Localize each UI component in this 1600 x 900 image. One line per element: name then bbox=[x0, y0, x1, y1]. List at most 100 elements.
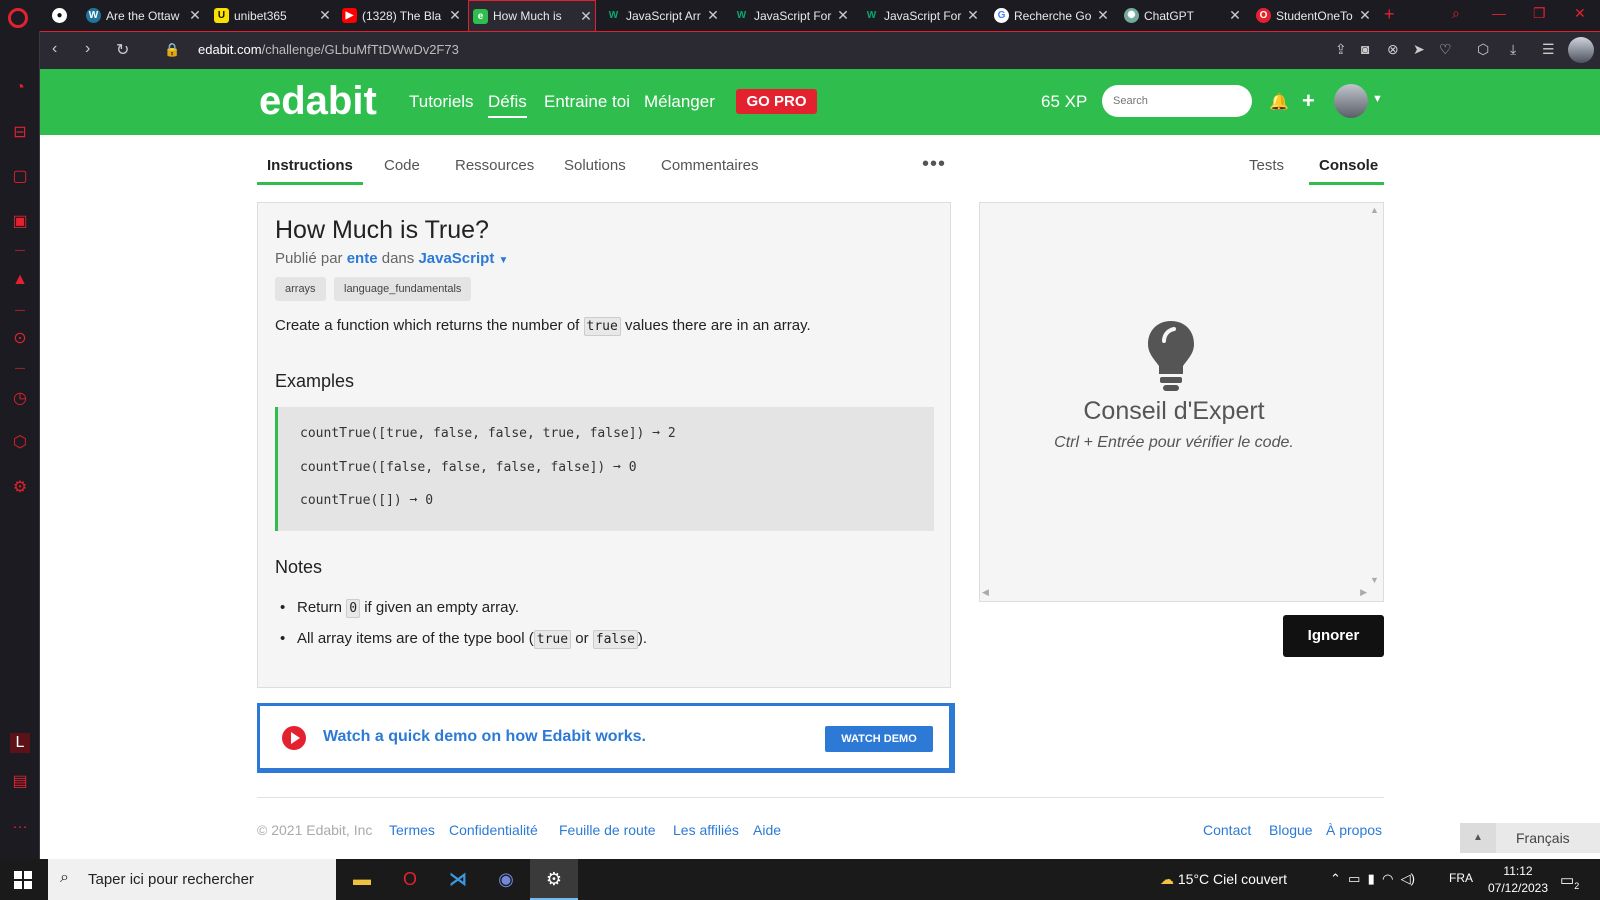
browser-tab[interactable]: W JavaScript For ✕ bbox=[860, 0, 982, 31]
tab-search-icon[interactable]: ⌕ bbox=[1452, 5, 1460, 22]
close-tab-icon[interactable]: ✕ bbox=[964, 7, 982, 24]
go-pro-button[interactable]: GO PRO bbox=[736, 89, 817, 114]
chevron-up-icon[interactable]: ⌃ bbox=[1330, 871, 1341, 886]
heart-icon[interactable]: ♡ bbox=[1439, 41, 1452, 58]
demo-text[interactable]: Watch a quick demo on how Edabit works. bbox=[323, 728, 646, 746]
gallery-icon[interactable]: ▤ bbox=[10, 772, 30, 792]
clock[interactable]: 11:12 07/12/2023 bbox=[1480, 863, 1556, 897]
close-tab-icon[interactable]: ✕ bbox=[186, 7, 204, 24]
footer-link-affilies[interactable]: Les affiliés bbox=[673, 822, 739, 838]
close-tab-icon[interactable]: ✕ bbox=[1094, 7, 1112, 24]
horizontal-scrollbar[interactable]: ◀ ▶ bbox=[982, 587, 1367, 599]
browser-tab[interactable]: ✺ ChatGPT ✕ bbox=[1120, 0, 1244, 31]
footer-link-blogue[interactable]: Blogue bbox=[1269, 822, 1313, 838]
minimize-window-icon[interactable]: — bbox=[1492, 5, 1506, 21]
tab-console[interactable]: Console bbox=[1309, 153, 1384, 185]
settings-icon[interactable]: ⚙ bbox=[10, 478, 30, 498]
input-language[interactable]: FRA bbox=[1449, 871, 1473, 885]
close-tab-icon[interactable]: ✕ bbox=[446, 7, 464, 24]
more-sidebar-icon[interactable]: … bbox=[10, 814, 30, 834]
avatar[interactable] bbox=[1334, 84, 1368, 118]
weather-widget[interactable]: ☁ 15°C Ciel couvert bbox=[1160, 871, 1287, 888]
discord-icon[interactable]: ◉ bbox=[482, 859, 530, 900]
twitch-icon[interactable]: ▢ bbox=[10, 167, 30, 187]
scroll-up-icon[interactable]: ▲ bbox=[1370, 205, 1379, 215]
vertical-scrollbar[interactable]: ▲ ▼ bbox=[1369, 205, 1381, 585]
footer-link-confidentialite[interactable]: Confidentialité bbox=[449, 822, 538, 838]
download-icon[interactable]: ⤓ bbox=[1510, 41, 1516, 58]
scroll-down-icon[interactable]: ▼ bbox=[1370, 575, 1379, 585]
ad-block-icon[interactable]: ⊗ bbox=[1387, 41, 1399, 58]
author-link[interactable]: ente bbox=[347, 250, 378, 267]
share-icon[interactable]: ⇪ bbox=[1335, 41, 1347, 58]
new-tab-icon[interactable]: + bbox=[1384, 4, 1395, 25]
crypto-wallet-icon[interactable]: ▣ bbox=[10, 212, 30, 232]
nav-tutoriels[interactable]: Tutoriels bbox=[409, 92, 474, 112]
browser-tab[interactable]: G Recherche Go ✕ bbox=[990, 0, 1112, 31]
notification-center-icon[interactable]: ▭2 bbox=[1560, 871, 1579, 891]
tag-arrays[interactable]: arrays bbox=[275, 277, 326, 301]
volume-icon[interactable]: ◁) bbox=[1401, 871, 1415, 886]
cube-icon[interactable]: ⬡ bbox=[1477, 41, 1489, 58]
browser-tab[interactable]: O StudentOneTo ✕ bbox=[1252, 0, 1374, 31]
profile-avatar[interactable] bbox=[1568, 37, 1594, 63]
nav-defis[interactable]: Défis bbox=[488, 92, 527, 118]
chevron-up-icon[interactable]: ▲ bbox=[1460, 823, 1496, 853]
settings-taskbar-icon[interactable]: ⚙ bbox=[530, 859, 578, 900]
browser-tab[interactable]: W JavaScript Arr ✕ bbox=[602, 0, 722, 31]
url-field[interactable]: edabit.com/challenge/GLbuMfTtDWwDv2F73 bbox=[198, 42, 459, 57]
chevron-down-icon[interactable]: ▼ bbox=[1372, 93, 1383, 105]
play-icon[interactable] bbox=[282, 726, 306, 750]
watch-demo-button[interactable]: WATCH DEMO bbox=[825, 726, 933, 752]
tab-instructions[interactable]: Instructions bbox=[257, 153, 363, 185]
language-selector[interactable]: ▲ Français bbox=[1460, 823, 1600, 853]
browser-tab[interactable]: W JavaScript For ✕ bbox=[730, 0, 852, 31]
ignore-button[interactable]: Ignorer bbox=[1283, 615, 1384, 657]
aria-icon[interactable]: ▲ bbox=[10, 270, 30, 290]
footer-link-termes[interactable]: Termes bbox=[389, 822, 435, 838]
easy-setup-icon[interactable]: ☰ bbox=[1542, 41, 1555, 58]
nav-entraine-toi[interactable]: Entraine toi bbox=[544, 92, 630, 112]
system-tray[interactable]: ⌃ ▭ ▮ ◠ ◁) bbox=[1330, 871, 1415, 887]
footer-link-aide[interactable]: Aide bbox=[753, 822, 781, 838]
battery-icon[interactable]: ▮ bbox=[1368, 871, 1375, 886]
vscode-icon[interactable]: ⋊ bbox=[434, 859, 482, 900]
windows-start-icon[interactable] bbox=[14, 871, 32, 889]
device-icon[interactable]: ▭ bbox=[1348, 871, 1360, 886]
forward-icon[interactable]: › bbox=[85, 40, 90, 58]
browser-tab[interactable]: ▶ (1328) The Bla ✕ bbox=[338, 0, 464, 31]
more-options-icon[interactable]: ••• bbox=[922, 153, 946, 176]
footer-link-a-propos[interactable]: À propos bbox=[1326, 822, 1382, 838]
send-icon[interactable]: ➤ bbox=[1413, 41, 1425, 58]
wifi-icon[interactable]: ◠ bbox=[1382, 871, 1393, 886]
extensions-icon[interactable]: ⬡ bbox=[10, 433, 30, 453]
footer-link-feuille-de-route[interactable]: Feuille de route bbox=[559, 822, 656, 838]
edabit-logo[interactable]: edabit bbox=[259, 79, 377, 124]
file-explorer-icon[interactable]: ▬ bbox=[338, 859, 386, 900]
taskbar-search[interactable]: ⌕ Taper ici pour rechercher bbox=[48, 859, 336, 900]
browser-tab[interactable]: U unibet365 ✕ bbox=[210, 0, 334, 31]
scroll-left-icon[interactable]: ◀ bbox=[982, 587, 989, 598]
history-icon[interactable]: ◷ bbox=[10, 389, 30, 409]
language-link[interactable]: JavaScript bbox=[418, 250, 494, 267]
player-icon[interactable]: ⊙ bbox=[10, 329, 30, 349]
caret-down-icon[interactable]: ▼ bbox=[499, 255, 509, 266]
workspace-icon[interactable]: L bbox=[10, 733, 30, 753]
tab-tests[interactable]: Tests bbox=[1239, 153, 1294, 182]
bell-icon[interactable]: 🔔 bbox=[1269, 92, 1289, 112]
close-tab-icon[interactable]: ✕ bbox=[834, 7, 852, 24]
shopping-icon[interactable]: ⊟ bbox=[10, 123, 30, 143]
tab-solutions[interactable]: Solutions bbox=[554, 153, 636, 182]
plus-icon[interactable]: + bbox=[1302, 88, 1315, 114]
scroll-right-icon[interactable]: ▶ bbox=[1360, 587, 1367, 598]
tab-ressources[interactable]: Ressources bbox=[445, 153, 544, 182]
opera-logo-icon[interactable] bbox=[8, 8, 28, 28]
close-tab-icon[interactable]: ✕ bbox=[1226, 7, 1244, 24]
back-icon[interactable]: ‹ bbox=[52, 40, 57, 58]
browser-tab-active[interactable]: e How Much is ✕ bbox=[468, 0, 596, 31]
reload-icon[interactable]: ↻ bbox=[116, 40, 129, 60]
speed-dial-icon[interactable]: ◔ bbox=[10, 78, 30, 98]
close-window-icon[interactable]: ✕ bbox=[1574, 5, 1586, 22]
close-tab-icon[interactable]: ✕ bbox=[704, 7, 722, 24]
tag-language-fundamentals[interactable]: language_fundamentals bbox=[334, 277, 472, 301]
